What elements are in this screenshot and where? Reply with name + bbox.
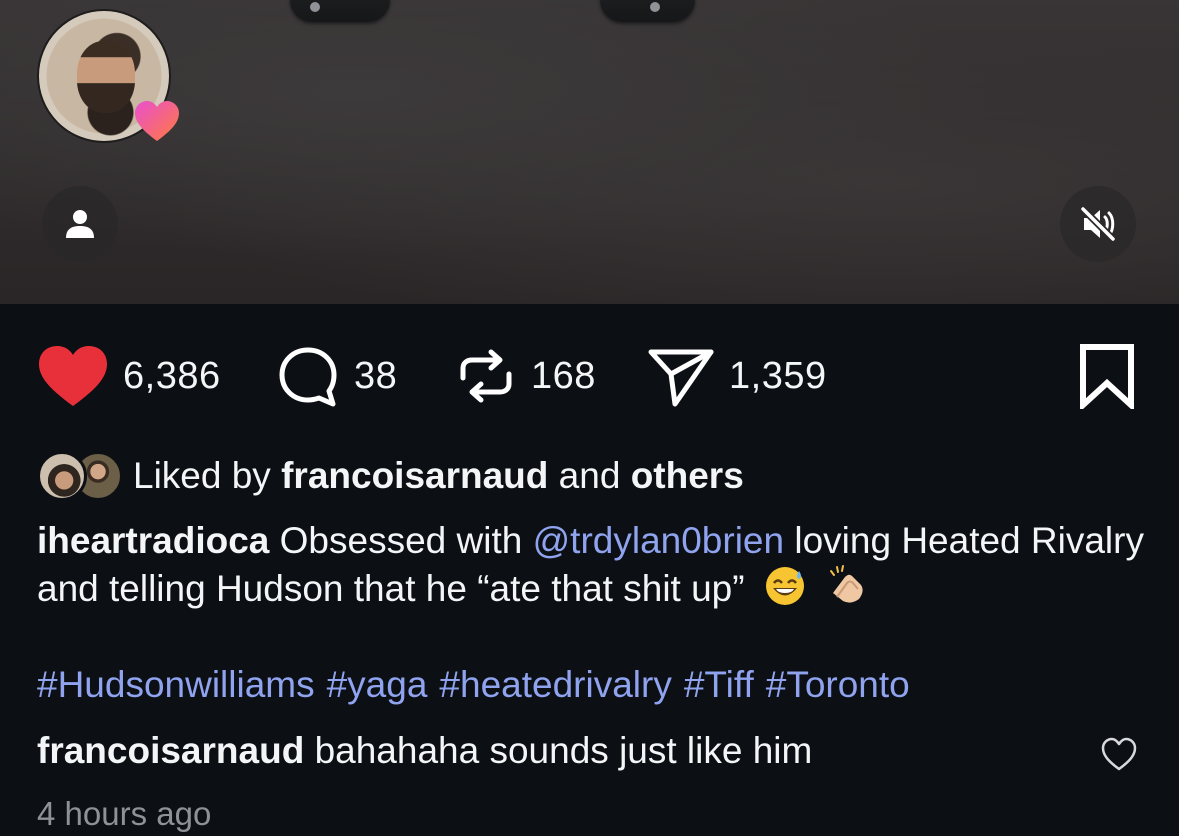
video-object-left: [290, 0, 390, 22]
person-icon: [66, 210, 94, 238]
video-object-right: [600, 0, 695, 22]
liked-by-others[interactable]: others: [631, 455, 744, 496]
heart-icon: [39, 346, 107, 406]
like-count: 6,386: [123, 354, 221, 397]
clapping-hands-emoji-icon: [830, 565, 863, 603]
comment-like-heart-icon[interactable]: [1100, 736, 1138, 772]
author-avatar[interactable]: [37, 9, 182, 149]
hashtag[interactable]: #Tiff: [684, 664, 754, 705]
comment-text: bahahaha sounds just like him: [314, 730, 813, 771]
hashtag[interactable]: #Hudsonwilliams: [37, 664, 315, 705]
repost-button[interactable]: 168: [455, 342, 596, 410]
hashtag[interactable]: #heatedrivalry: [439, 664, 671, 705]
heart-badge-icon: [135, 101, 179, 141]
share-count: 1,359: [729, 354, 827, 397]
comment-item: francoisarnaud bahahaha sounds just like…: [37, 730, 812, 772]
liked-by-user[interactable]: francoisarnaud: [281, 455, 548, 496]
video-player[interactable]: [0, 0, 1179, 304]
speaker-muted-icon: [1080, 206, 1116, 242]
mute-button[interactable]: [1060, 186, 1136, 262]
post-caption: iheartradioca Obsessed with @trdylan0bri…: [37, 518, 1147, 611]
liked-by-text: Liked by francoisarnaud and others: [133, 455, 744, 497]
liker-avatar: [37, 451, 87, 501]
repost-icon: [460, 349, 512, 403]
like-button[interactable]: 6,386: [37, 342, 221, 410]
comment-author[interactable]: francoisarnaud: [37, 730, 304, 771]
profile-button[interactable]: [42, 186, 118, 262]
sweat-smile-emoji-icon: [765, 567, 804, 605]
liked-by-prefix: Liked by: [133, 455, 271, 496]
save-button[interactable]: [1077, 342, 1137, 410]
hashtag[interactable]: #yaga: [327, 664, 428, 705]
comment-button[interactable]: 38: [276, 342, 397, 410]
liked-by-and: and: [558, 455, 621, 496]
comment-bubble-icon: [279, 347, 337, 407]
hashtag-list: #Hudsonwilliams #yaga #heatedrivalry #Tiff #…: [37, 664, 922, 706]
caption-text-before: Obsessed with: [279, 520, 523, 561]
action-bar: 6,386 38 168 1,359: [37, 342, 1147, 410]
liked-by-row[interactable]: Liked by francoisarnaud and others: [37, 451, 744, 501]
post-timestamp: 4 hours ago: [37, 795, 212, 832]
caption-mention[interactable]: @trdylan0brien: [533, 520, 784, 561]
comment-count: 38: [354, 354, 398, 397]
bookmark-icon: [1080, 344, 1134, 409]
send-icon: [648, 349, 714, 407]
hashtag[interactable]: #Toronto: [766, 664, 910, 705]
repost-count: 168: [531, 354, 596, 397]
caption-author[interactable]: iheartradioca: [37, 520, 269, 561]
share-button[interactable]: 1,359: [647, 342, 827, 410]
